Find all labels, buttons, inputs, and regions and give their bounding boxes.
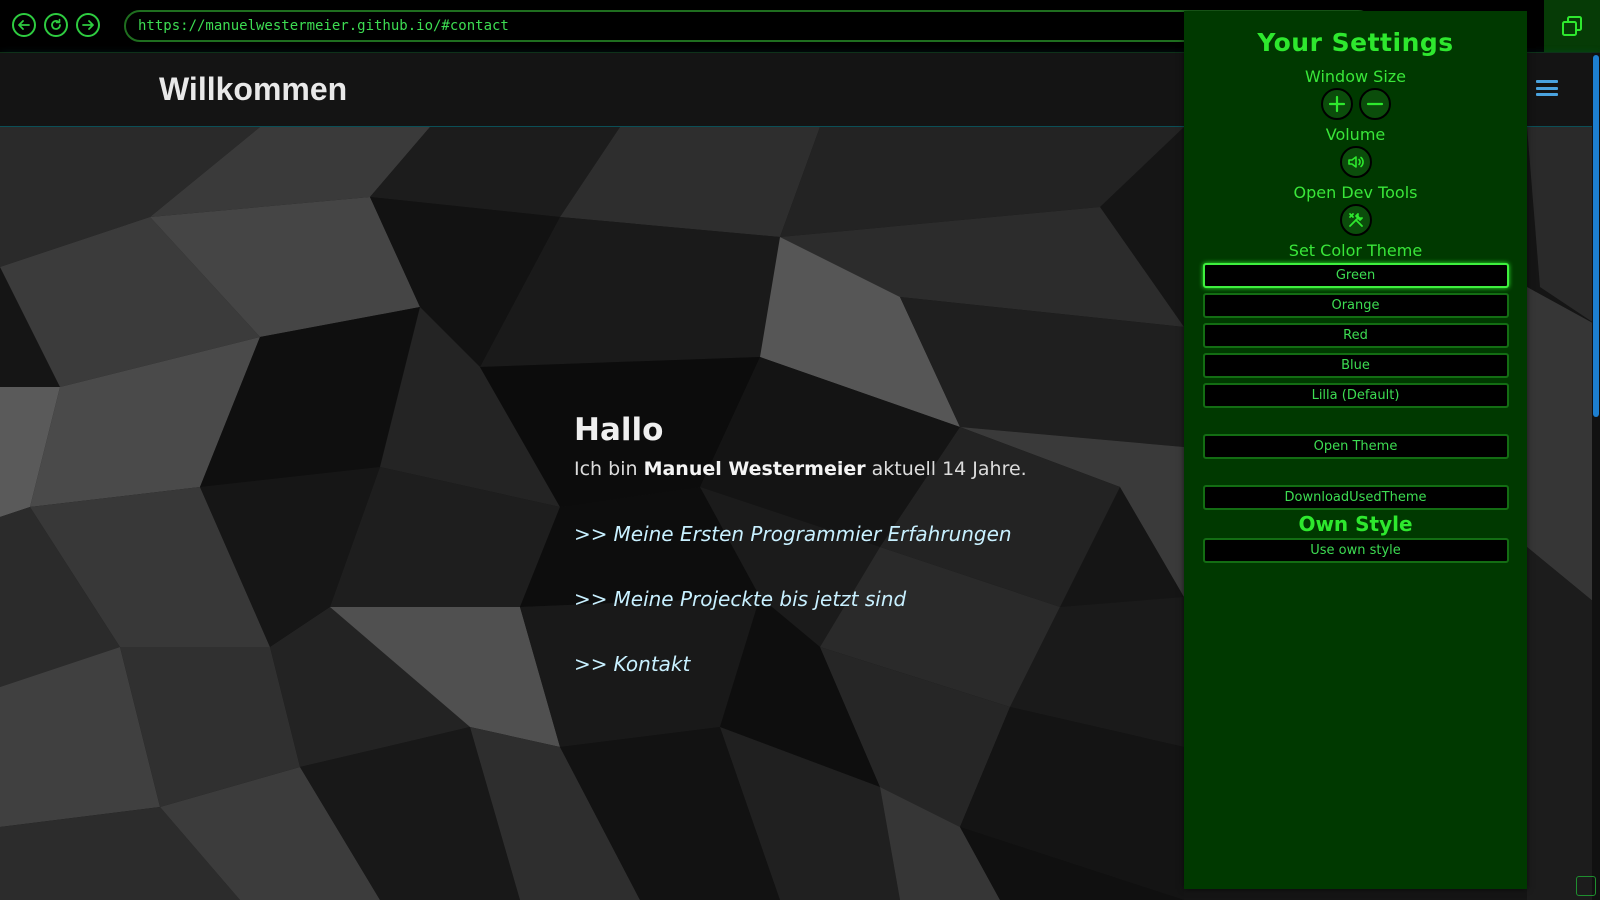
volume-label: Volume bbox=[1325, 125, 1386, 144]
zoom-in-button[interactable] bbox=[1320, 88, 1353, 120]
greeting-heading: Hallo bbox=[574, 412, 664, 448]
intro-name: Manuel Westermeier bbox=[643, 458, 866, 480]
hamburger-icon[interactable] bbox=[1536, 80, 1558, 96]
main-content: Hallo Ich bin Manuel Westermeier aktuell… bbox=[574, 412, 1154, 676]
scrollbar-thumb[interactable] bbox=[1593, 55, 1599, 417]
fullscreen-icon[interactable] bbox=[1576, 876, 1596, 896]
tools-icon bbox=[1348, 213, 1363, 227]
theme-green-button[interactable]: Green bbox=[1202, 263, 1509, 288]
theme-list: Green Orange Red Blue Lilla (Default) bbox=[1184, 263, 1527, 408]
dev-tools-controls bbox=[1184, 203, 1527, 237]
plus-icon bbox=[1328, 95, 1345, 113]
link-label: Meine Projeckte bis jetzt sind bbox=[613, 587, 907, 611]
link-arrow: >> bbox=[574, 522, 608, 546]
dev-tools-button[interactable] bbox=[1339, 204, 1372, 236]
arrow-right-icon bbox=[82, 20, 94, 30]
link-erfahrungen[interactable]: >> Meine Ersten Programmier Erfahrungen bbox=[574, 522, 1154, 546]
link-label: Meine Ersten Programmier Erfahrungen bbox=[613, 522, 1012, 546]
link-arrow: >> bbox=[574, 587, 608, 611]
link-arrow: >> bbox=[574, 652, 608, 676]
open-theme-button[interactable]: Open Theme bbox=[1202, 434, 1509, 459]
forward-button[interactable] bbox=[76, 13, 100, 37]
windows-button[interactable] bbox=[1544, 0, 1600, 52]
volume-controls bbox=[1184, 145, 1527, 179]
window-size-controls bbox=[1184, 87, 1527, 121]
link-label: Kontakt bbox=[613, 652, 691, 676]
theme-blue-button[interactable]: Blue bbox=[1202, 353, 1509, 378]
use-own-style-button[interactable]: Use own style bbox=[1202, 538, 1509, 563]
speaker-icon bbox=[1347, 156, 1364, 168]
intro-suffix: aktuell 14 Jahre. bbox=[865, 458, 1027, 480]
dev-tools-label: Open Dev Tools bbox=[1293, 183, 1418, 202]
settings-title: Your Settings bbox=[1257, 28, 1454, 57]
window-size-label: Window Size bbox=[1304, 67, 1406, 86]
theme-orange-button[interactable]: Orange bbox=[1202, 293, 1509, 318]
windows-icon bbox=[1562, 16, 1582, 36]
color-theme-label: Set Color Theme bbox=[1288, 241, 1423, 260]
site-title: Willkommen bbox=[159, 71, 348, 107]
reload-icon bbox=[51, 18, 61, 30]
page-scrollbar[interactable] bbox=[1592, 53, 1600, 900]
link-kontakt[interactable]: >> Kontakt bbox=[574, 652, 1154, 676]
back-button[interactable] bbox=[12, 13, 36, 37]
reload-button[interactable] bbox=[44, 13, 68, 37]
arrow-left-icon bbox=[18, 20, 30, 30]
link-projekte[interactable]: >> Meine Projeckte bis jetzt sind bbox=[574, 587, 1154, 611]
volume-button[interactable] bbox=[1339, 146, 1372, 178]
own-style-title: Own Style bbox=[1298, 512, 1413, 536]
intro-prefix: Ich bin bbox=[574, 458, 644, 480]
theme-lilla-button[interactable]: Lilla (Default) bbox=[1202, 383, 1509, 408]
intro-text: Ich bin Manuel Westermeier aktuell 14 Ja… bbox=[574, 458, 1154, 480]
url-text: https://manuelwestermeier.github.io/#con… bbox=[138, 18, 509, 34]
minus-icon bbox=[1366, 102, 1383, 106]
theme-red-button[interactable]: Red bbox=[1202, 323, 1509, 348]
zoom-out-button[interactable] bbox=[1358, 88, 1391, 120]
settings-panel: Your Settings Window Size Volume Open De… bbox=[1184, 11, 1527, 889]
download-theme-button[interactable]: DownloadUsedTheme bbox=[1202, 485, 1509, 510]
